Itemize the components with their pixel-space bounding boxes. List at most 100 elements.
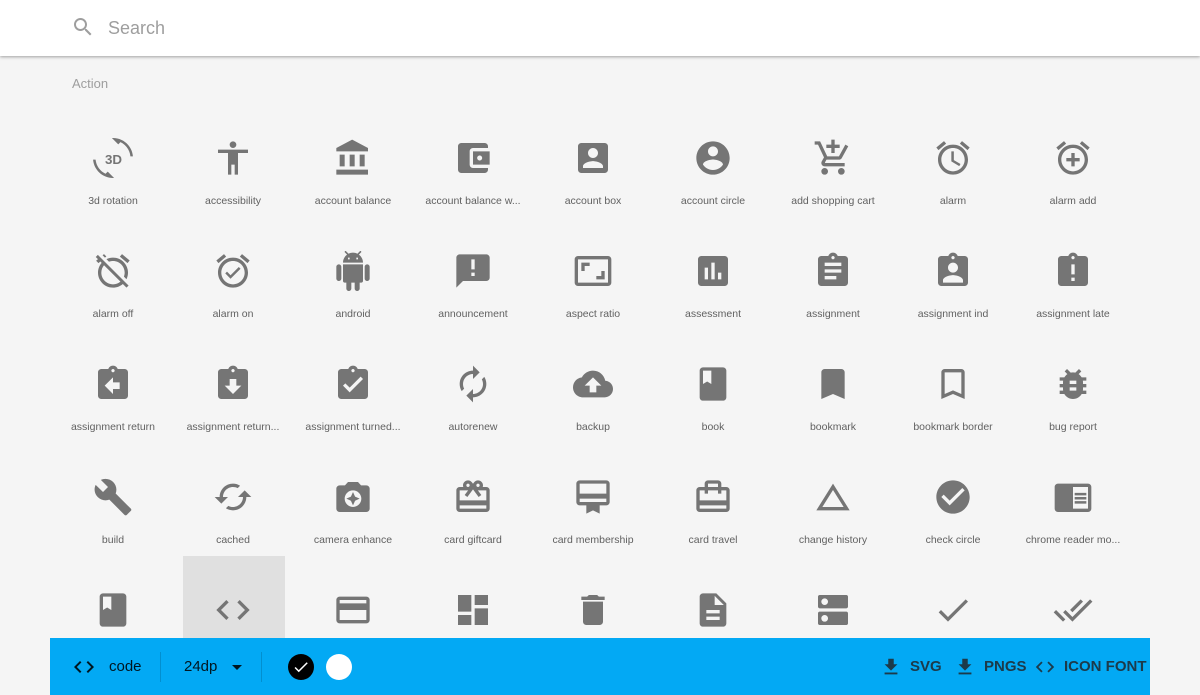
icon-label: alarm on bbox=[177, 308, 289, 320]
icon-label: card travel bbox=[657, 534, 769, 546]
download-svg-button[interactable]: SVG bbox=[880, 638, 942, 695]
color-black-option[interactable] bbox=[288, 654, 314, 680]
icon-tile-build[interactable]: build bbox=[53, 449, 173, 562]
icon-tile-cached[interactable]: cached bbox=[173, 449, 293, 562]
icon-tile-account-box[interactable]: account box bbox=[533, 110, 653, 223]
change-history-icon bbox=[813, 477, 853, 517]
book-icon bbox=[693, 364, 733, 404]
color-white-option[interactable] bbox=[326, 654, 352, 680]
announcement-icon bbox=[453, 251, 493, 291]
icon-label: backup bbox=[537, 421, 649, 433]
search-input[interactable] bbox=[108, 14, 708, 42]
icon-label: build bbox=[57, 534, 169, 546]
code-icon bbox=[72, 655, 96, 679]
selected-icon-preview: code bbox=[72, 638, 142, 695]
arrow-drop-down-icon bbox=[225, 655, 249, 679]
icon-tile-accessibility[interactable]: accessibility bbox=[173, 110, 293, 223]
icon-label: assignment turned... bbox=[297, 421, 409, 433]
dashboard-icon bbox=[453, 590, 493, 630]
icon-font-button[interactable]: ICON FONT bbox=[1034, 638, 1147, 695]
icon-label: camera enhance bbox=[297, 534, 409, 546]
search-icon bbox=[71, 15, 95, 39]
3d-rotation-icon: 3D bbox=[93, 138, 133, 178]
icon-tile-assignment-turned-in[interactable]: assignment turned... bbox=[293, 336, 413, 449]
icon-tile-bookmark-border[interactable]: bookmark border bbox=[893, 336, 1013, 449]
icon-tile-assignment-ind[interactable]: assignment ind bbox=[893, 223, 1013, 336]
icon-label: android bbox=[297, 308, 409, 320]
icon-tile-bookmark[interactable]: bookmark bbox=[773, 336, 893, 449]
icon-tile-assignment-returned[interactable]: assignment return... bbox=[173, 336, 293, 449]
camera-enhance-icon bbox=[333, 477, 373, 517]
description-icon bbox=[693, 590, 733, 630]
code-icon bbox=[1034, 656, 1056, 678]
icon-tile-assessment[interactable]: assessment bbox=[653, 223, 773, 336]
card-membership-icon bbox=[573, 477, 613, 517]
svg-text:3D: 3D bbox=[105, 152, 122, 167]
size-dropdown[interactable]: 24dp bbox=[184, 638, 249, 695]
icon-tile-assignment-return[interactable]: assignment return bbox=[53, 336, 173, 449]
icon-tile-assignment-late[interactable]: assignment late bbox=[1013, 223, 1133, 336]
assessment-icon bbox=[693, 251, 733, 291]
icon-tile-chrome-reader-mode[interactable]: chrome reader mo... bbox=[1013, 449, 1133, 562]
assignment-ind-icon bbox=[933, 251, 973, 291]
icon-label: check circle bbox=[897, 534, 1009, 546]
icon-tile-alarm-off[interactable]: alarm off bbox=[53, 223, 173, 336]
check-circle-icon bbox=[933, 477, 973, 517]
delete-icon bbox=[573, 590, 613, 630]
icon-tile-card-travel[interactable]: card travel bbox=[653, 449, 773, 562]
icon-label: alarm off bbox=[57, 308, 169, 320]
icon-label: alarm add bbox=[1017, 195, 1129, 207]
icon-label: assignment ind bbox=[897, 308, 1009, 320]
download-icon bbox=[880, 656, 902, 678]
icon-tile-aspect-ratio[interactable]: aspect ratio bbox=[533, 223, 653, 336]
icon-tile-autorenew[interactable]: autorenew bbox=[413, 336, 533, 449]
bug-report-icon bbox=[1053, 364, 1093, 404]
check-icon bbox=[292, 658, 310, 676]
icon-tile-announcement[interactable]: announcement bbox=[413, 223, 533, 336]
account-balance-wallet-icon bbox=[453, 138, 493, 178]
build-icon bbox=[93, 477, 133, 517]
icon-tile-book[interactable]: book bbox=[653, 336, 773, 449]
icon-label: change history bbox=[777, 534, 889, 546]
icon-label: account circle bbox=[657, 195, 769, 207]
icon-label: assessment bbox=[657, 308, 769, 320]
icon-tile-bug-report[interactable]: bug report bbox=[1013, 336, 1133, 449]
icon-tile-account-balance-wallet[interactable]: account balance w... bbox=[413, 110, 533, 223]
download-pngs-button[interactable]: PNGS bbox=[954, 638, 1027, 695]
accessibility-icon bbox=[213, 138, 253, 178]
icon-font-label: ICON FONT bbox=[1064, 658, 1147, 675]
icon-tile-alarm-on[interactable]: alarm on bbox=[173, 223, 293, 336]
icon-tile-assignment[interactable]: assignment bbox=[773, 223, 893, 336]
icon-label: announcement bbox=[417, 308, 529, 320]
icon-label: assignment return bbox=[57, 421, 169, 433]
icon-tile-add-shopping-cart[interactable]: add shopping cart bbox=[773, 110, 893, 223]
backup-icon bbox=[573, 364, 613, 404]
icon-tile-card-giftcard[interactable]: card giftcard bbox=[413, 449, 533, 562]
icon-label: account box bbox=[537, 195, 649, 207]
chrome-reader-mode-icon bbox=[1053, 477, 1093, 517]
icon-tile-backup[interactable]: backup bbox=[533, 336, 653, 449]
icon-tile-camera-enhance[interactable]: camera enhance bbox=[293, 449, 413, 562]
done-all-icon bbox=[1053, 590, 1093, 630]
assignment-icon bbox=[813, 251, 853, 291]
alarm-off-icon bbox=[93, 251, 133, 291]
icon-tile-card-membership[interactable]: card membership bbox=[533, 449, 653, 562]
icon-tile-change-history[interactable]: change history bbox=[773, 449, 893, 562]
icon-tile-alarm[interactable]: alarm bbox=[893, 110, 1013, 223]
icon-label: aspect ratio bbox=[537, 308, 649, 320]
download-icon bbox=[954, 656, 976, 678]
search-bar bbox=[0, 0, 1200, 56]
icon-tile-alarm-add[interactable]: alarm add bbox=[1013, 110, 1133, 223]
alarm-add-icon bbox=[1053, 138, 1093, 178]
done-icon bbox=[933, 590, 973, 630]
account-circle-icon bbox=[693, 138, 733, 178]
icon-tile-check-circle[interactable]: check circle bbox=[893, 449, 1013, 562]
icon-tile-3d-rotation[interactable]: 3D 3d rotation bbox=[53, 110, 173, 223]
icon-label: 3d rotation bbox=[57, 195, 169, 207]
icon-label: card membership bbox=[537, 534, 649, 546]
account-balance-icon bbox=[333, 138, 373, 178]
icon-tile-android[interactable]: android bbox=[293, 223, 413, 336]
icon-label: accessibility bbox=[177, 195, 289, 207]
icon-tile-account-circle[interactable]: account circle bbox=[653, 110, 773, 223]
icon-tile-account-balance[interactable]: account balance bbox=[293, 110, 413, 223]
